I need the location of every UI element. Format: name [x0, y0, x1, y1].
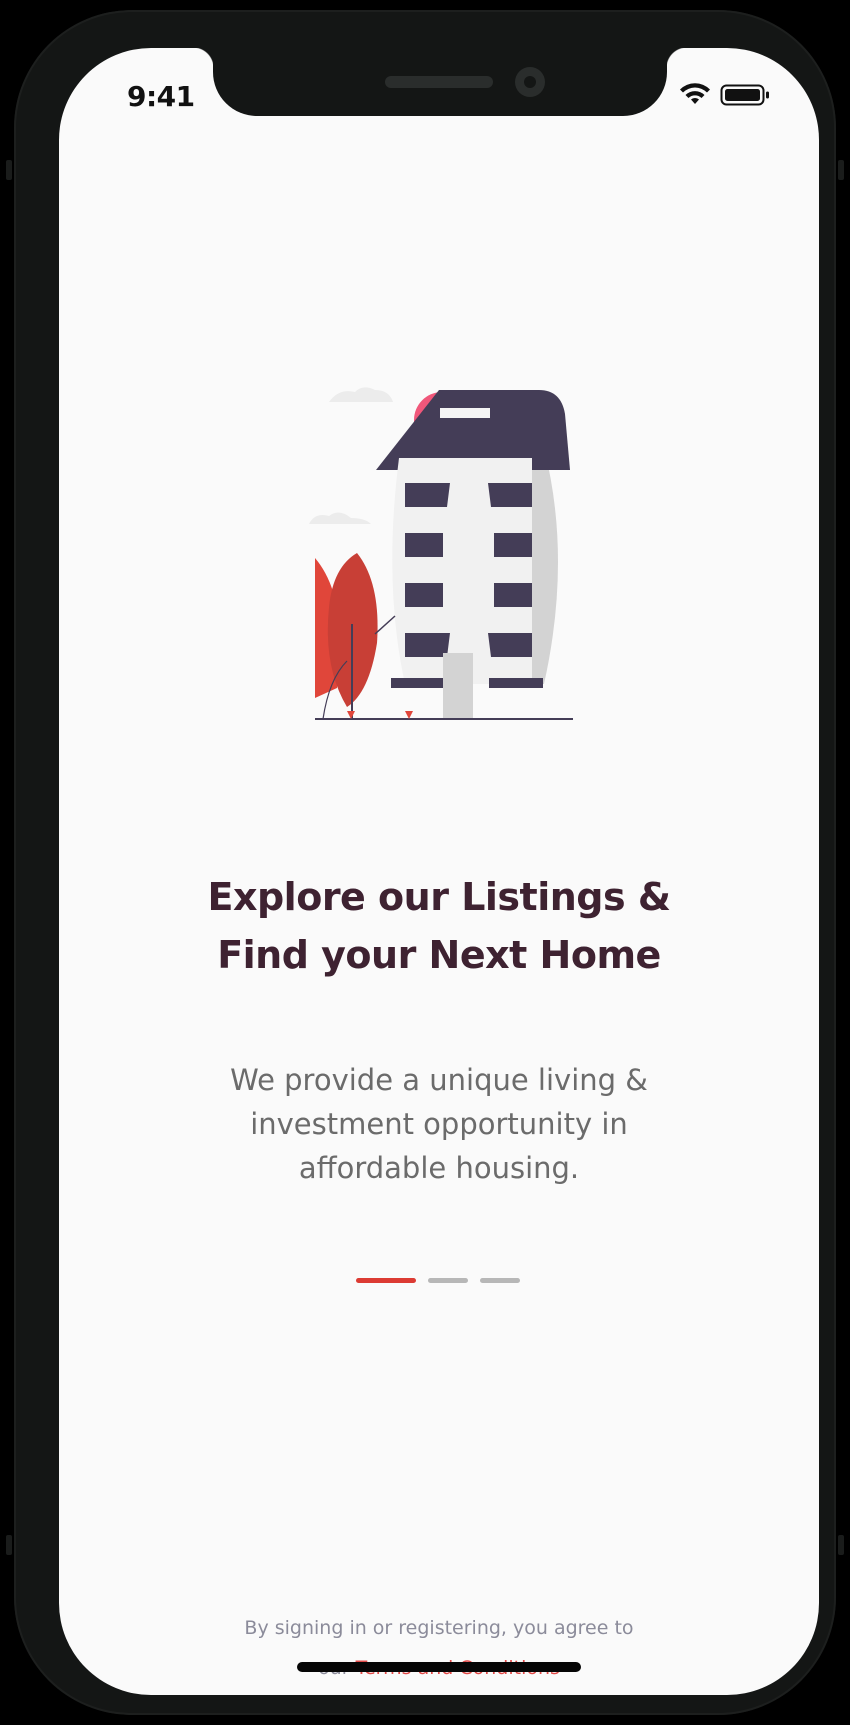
- cloud-shape: [329, 387, 393, 402]
- app-screen: 9:41 Explore our Listings & Find your Ne…: [59, 48, 819, 1695]
- building-door: [443, 653, 473, 719]
- front-camera-icon: [515, 67, 545, 97]
- wifi-icon: [680, 83, 710, 104]
- cloud-shape: [309, 512, 371, 524]
- status-time: 9:41: [127, 80, 195, 113]
- device-notch: [193, 48, 687, 116]
- page-indicator: [356, 1278, 520, 1284]
- side-button: [6, 160, 12, 180]
- flower-shape: [347, 711, 355, 719]
- subtitle-line: affordable housing.: [298, 1151, 580, 1185]
- home-indicator[interactable]: [297, 1662, 581, 1672]
- onboarding-title: Explore our Listings & Find your Next Ho…: [59, 868, 819, 984]
- side-button: [6, 1535, 12, 1555]
- title-line: Explore our Listings &: [207, 875, 671, 919]
- subtitle-line: We provide a unique living &: [230, 1063, 648, 1097]
- phone-device-frame: 9:41 Explore our Listings & Find your Ne…: [6, 10, 844, 1715]
- side-button: [838, 160, 844, 180]
- battery-icon: [720, 84, 769, 106]
- page-dot-2[interactable]: [428, 1278, 468, 1283]
- onboarding-subtitle: We provide a unique living & investment …: [59, 1058, 819, 1190]
- status-icons: [677, 82, 773, 108]
- title-line: Find your Next Home: [217, 933, 661, 977]
- side-button: [838, 1535, 844, 1555]
- subtitle-line: investment opportunity in: [250, 1107, 628, 1141]
- page-dot-3[interactable]: [480, 1278, 520, 1283]
- flower-shape: [405, 711, 413, 719]
- legal-notice: By signing in or registering, you agree …: [59, 1608, 819, 1688]
- page-dot-1[interactable]: [356, 1278, 416, 1283]
- apartment-building-illustration: [259, 378, 639, 748]
- legal-line: By signing in or registering, you agree …: [244, 1617, 634, 1639]
- earpiece-speaker: [385, 76, 493, 88]
- roof-sign: [440, 408, 490, 418]
- tree-branch: [374, 615, 396, 635]
